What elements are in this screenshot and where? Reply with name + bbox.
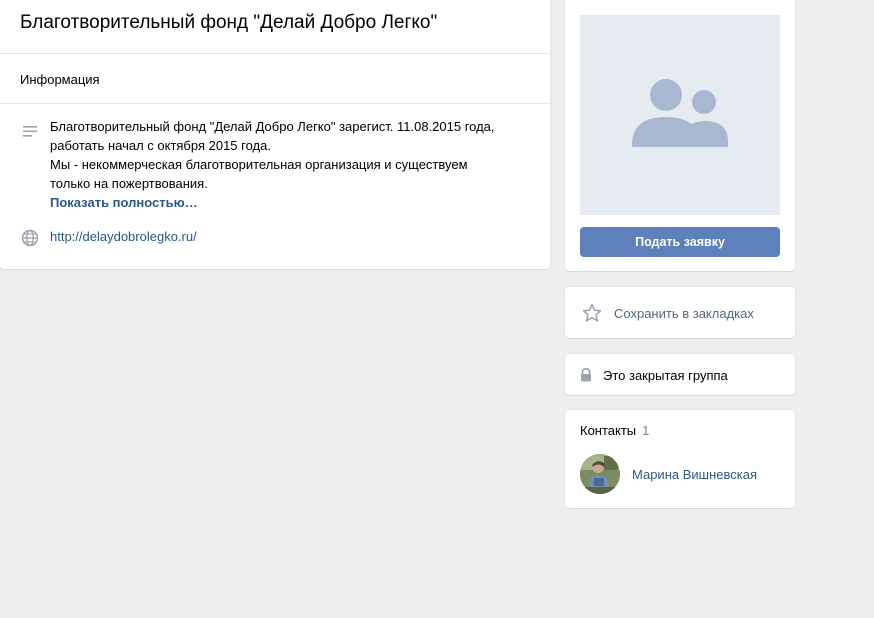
website-link[interactable]: http://delaydobrolegko.ru/ [50,229,197,244]
bookmark-card[interactable]: Сохранить в закладках [565,287,795,338]
contacts-count: 1 [642,423,650,438]
group-info-card: Благотворительный фонд "Делай Добро Легк… [0,0,550,269]
info-section-header: Информация [20,72,100,87]
contacts-card: Контакты 1 Марина Вишневская [565,410,795,508]
group-avatar-placeholder [580,15,780,215]
contact-photo [580,454,620,494]
globe-icon [21,229,39,247]
group-description: Благотворительный фонд "Делай Добро Легк… [50,117,520,212]
contacts-title: Контакты [580,423,637,438]
description-line: работать начал с октября 2015 года. [50,138,271,153]
description-line: только на пожертвования. [50,176,208,191]
lines-icon [23,126,37,137]
description-line: Мы - некоммерческая благотворительная ор… [50,157,468,172]
closed-group-label: Это закрытая группа [603,368,728,383]
users-icon [632,79,728,147]
closed-group-card: Это закрытая группа [565,354,795,395]
page-title: Благотворительный фонд "Делай Добро Легк… [20,12,438,33]
divider [0,103,550,104]
bookmark-label: Сохранить в закладках [614,306,754,321]
star-icon [582,303,602,322]
show-more-link[interactable]: Показать полностью… [50,193,520,212]
divider [0,53,550,54]
avatar[interactable] [580,454,620,494]
contact-name-link[interactable]: Марина Вишневская [632,467,757,482]
lock-icon [581,367,591,382]
description-line: Благотворительный фонд "Делай Добро Легк… [50,119,495,134]
group-avatar-card: Подать заявку [565,0,795,271]
join-request-button[interactable]: Подать заявку [580,227,780,257]
contacts-header[interactable]: Контакты 1 [580,423,649,438]
